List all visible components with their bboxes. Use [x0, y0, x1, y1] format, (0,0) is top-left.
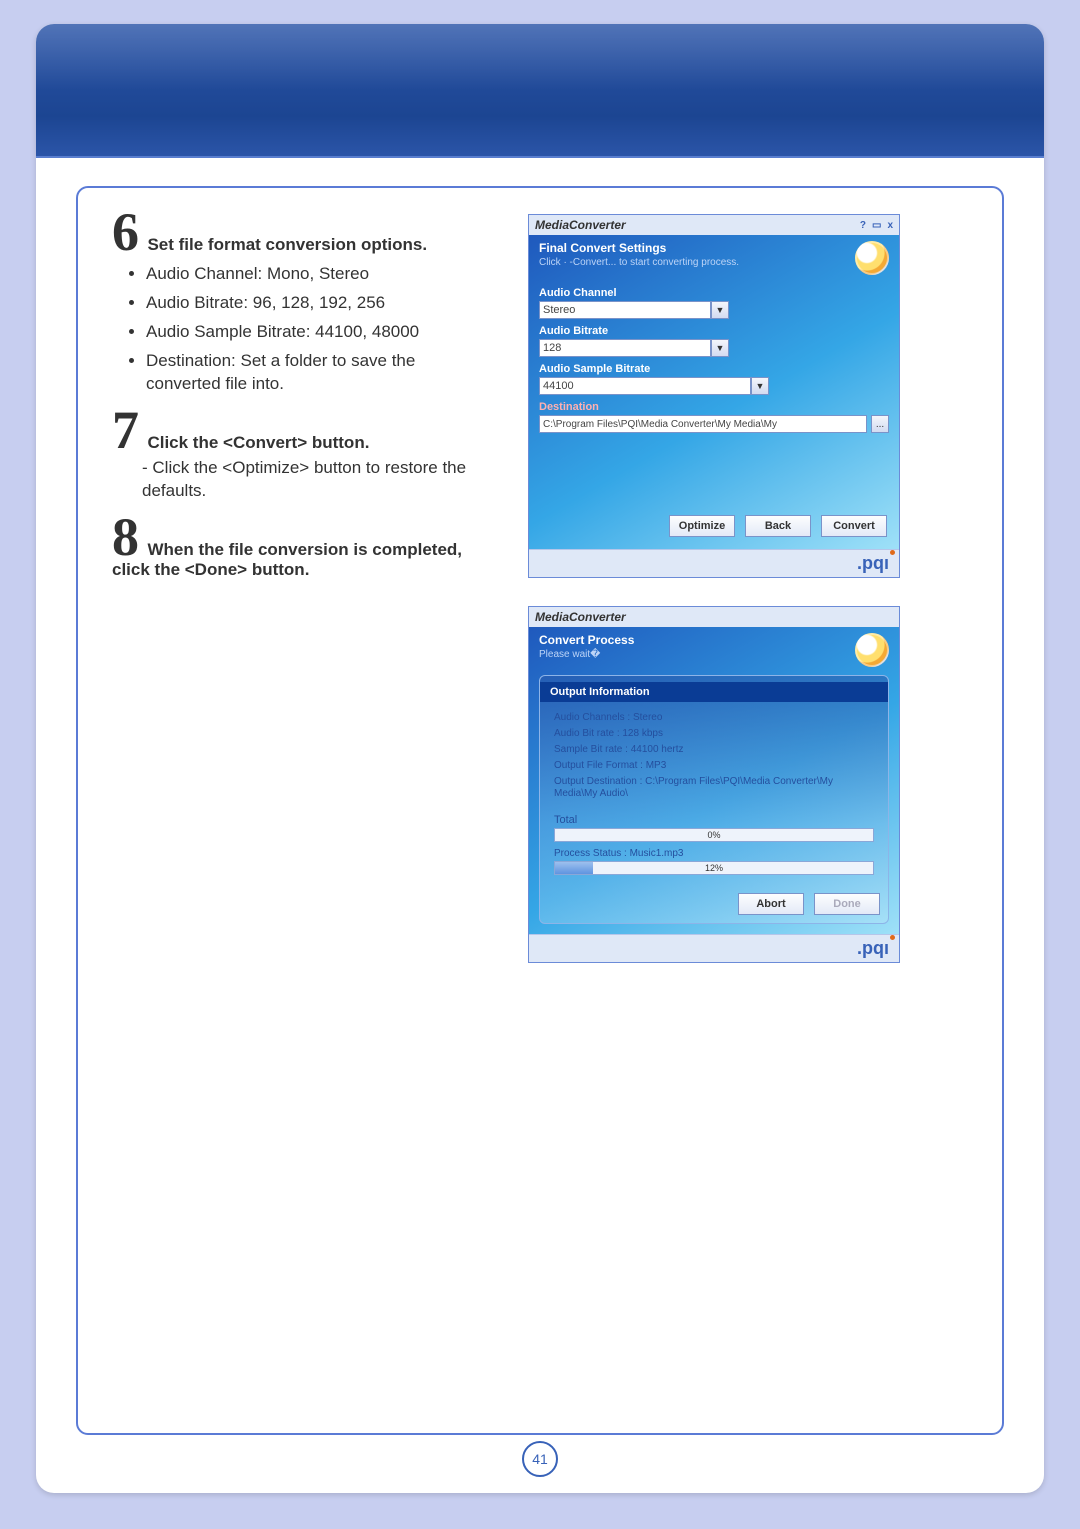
settings-heading: Final Convert Settings — [539, 241, 739, 255]
app-title: MediaConverter — [535, 610, 626, 624]
step-7-note: - Click the <Optimize> button to restore… — [142, 457, 492, 503]
list-item: Audio Bitrate: 96, 128, 192, 256 — [146, 292, 492, 315]
page: 6 Set file format conversion options. Au… — [0, 0, 1080, 1529]
cd-icon — [855, 241, 889, 275]
audio-channel-label: Audio Channel — [539, 287, 895, 299]
logo-dot-icon — [890, 935, 895, 940]
step-6-bullets: Audio Channel: Mono, Stereo Audio Bitrat… — [146, 263, 492, 396]
settings-body: Final Convert Settings Click · -Convert.… — [529, 235, 899, 549]
process-heading: Convert Process — [539, 633, 634, 647]
list-item: Destination: Set a folder to save the co… — [146, 350, 492, 396]
steps-column: 6 Set file format conversion options. Au… — [112, 214, 492, 963]
content-area: 6 Set file format conversion options. Au… — [36, 158, 1044, 1493]
pqi-logo: .pqı — [857, 938, 889, 959]
list-item: Audio Channel: Mono, Stereo — [146, 263, 492, 286]
header-band — [36, 24, 1044, 158]
audio-sample-label: Audio Sample Bitrate — [539, 363, 895, 375]
step-7-title: Click the <Convert> button. — [147, 433, 369, 452]
chevron-down-icon[interactable]: ▼ — [711, 339, 729, 357]
info-sample: Sample Bit rate : 44100 hertz — [554, 744, 874, 756]
close-icon[interactable]: x — [887, 220, 893, 231]
help-icon[interactable]: ? — [860, 220, 866, 231]
output-info-heading: Output Information — [540, 682, 888, 702]
total-label: Total — [554, 814, 874, 826]
step-8-title: When the file conversion is completed, c… — [112, 540, 462, 579]
step-6-title: Set file format conversion options. — [147, 235, 427, 254]
step-6: 6 Set file format conversion options. Au… — [112, 214, 492, 396]
info-channels: Audio Channels : Stereo — [554, 712, 874, 724]
total-progress-bar: 0% — [554, 828, 874, 842]
settings-titlebar: MediaConverter ? ▭ x — [529, 215, 899, 235]
total-progress-pct: 0% — [707, 830, 720, 840]
step-7: 7 Click the <Convert> button. - Click th… — [112, 412, 492, 503]
step-8-number: 8 — [112, 507, 139, 567]
pqi-logo: .pqı — [857, 553, 889, 574]
page-number-badge: 41 — [522, 1441, 558, 1477]
page-number: 41 — [532, 1451, 548, 1467]
info-bitrate: Audio Bit rate : 128 kbps — [554, 728, 874, 740]
process-status-label: Process Status : Music1.mp3 — [554, 848, 874, 859]
settings-subheading: Click · -Convert... to start converting … — [539, 257, 739, 268]
audio-bitrate-combo[interactable]: ▼ — [539, 339, 729, 357]
step-6-number: 6 — [112, 202, 139, 262]
back-button[interactable]: Back — [745, 515, 811, 537]
pqi-logo-text: .pqı — [857, 553, 889, 573]
list-item: Audio Sample Bitrate: 44100, 48000 — [146, 321, 492, 344]
browse-button[interactable]: ... — [871, 415, 889, 433]
step-8: 8 When the file conversion is completed,… — [112, 519, 492, 580]
process-body: Convert Process Please wait� Output Info… — [529, 627, 899, 934]
process-window: MediaConverter Convert Process Please wa… — [528, 606, 900, 963]
file-progress-bar: 12% — [554, 861, 874, 875]
process-subheading: Please wait� — [539, 649, 634, 660]
logo-dot-icon — [890, 550, 895, 555]
optimize-button[interactable]: Optimize — [669, 515, 735, 537]
info-format: Output File Format : MP3 — [554, 760, 874, 772]
screenshots-column: MediaConverter ? ▭ x Final Convert Setti… — [528, 214, 968, 963]
audio-sample-input[interactable] — [539, 377, 751, 395]
audio-sample-combo[interactable]: ▼ — [539, 377, 769, 395]
pqi-logo-text: .pqı — [857, 938, 889, 958]
info-destination: Output Destination : C:\Program Files\PQ… — [554, 776, 874, 800]
chevron-down-icon[interactable]: ▼ — [711, 301, 729, 319]
settings-window: MediaConverter ? ▭ x Final Convert Setti… — [528, 214, 900, 578]
minimize-icon[interactable]: ▭ — [872, 220, 881, 231]
audio-bitrate-input[interactable] — [539, 339, 711, 357]
file-progress-fill — [555, 862, 593, 874]
output-info-list: Audio Channels : Stereo Audio Bit rate :… — [540, 702, 888, 810]
app-title: MediaConverter — [535, 218, 626, 232]
document-card: 6 Set file format conversion options. Au… — [36, 24, 1044, 1493]
audio-bitrate-label: Audio Bitrate — [539, 325, 895, 337]
destination-input[interactable] — [539, 415, 867, 433]
destination-label: Destination — [539, 401, 895, 413]
abort-button[interactable]: Abort — [738, 893, 804, 915]
process-titlebar: MediaConverter — [529, 607, 899, 627]
chevron-down-icon[interactable]: ▼ — [751, 377, 769, 395]
convert-button[interactable]: Convert — [821, 515, 887, 537]
audio-channel-input[interactable] — [539, 301, 711, 319]
audio-channel-combo[interactable]: ▼ — [539, 301, 729, 319]
step-7-number: 7 — [112, 400, 139, 460]
file-progress-pct: 12% — [705, 863, 723, 873]
output-info-panel: Output Information Audio Channels : Ster… — [539, 675, 889, 924]
cd-icon — [855, 633, 889, 667]
done-button[interactable]: Done — [814, 893, 880, 915]
